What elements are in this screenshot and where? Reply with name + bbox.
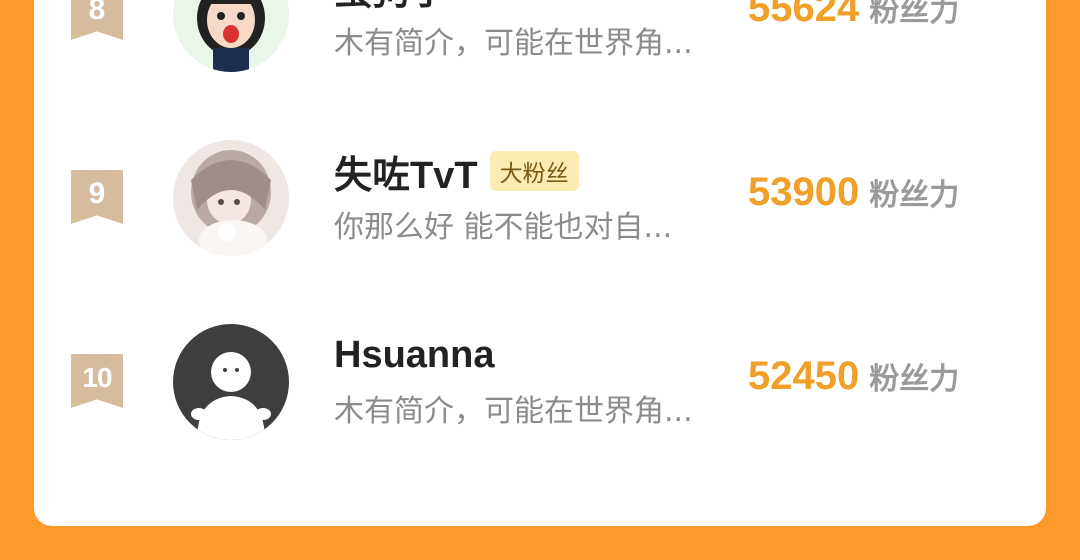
fan-badge: 大粉丝 bbox=[489, 151, 579, 191]
score-value: 55624 bbox=[748, 0, 860, 30]
leaderboard-card: 8 蛋狗子 木有简介，可能在世界角... 55624 粉丝力 9 bbox=[34, 0, 1046, 526]
score-value: 52450 bbox=[748, 354, 860, 398]
cartoon-girl-avatar-icon[interactable] bbox=[173, 0, 289, 72]
user-name[interactable]: 蛋狗子 bbox=[334, 0, 448, 15]
fan-score: 55624 粉丝力 bbox=[748, 0, 959, 31]
rank-ribbon: 9 bbox=[71, 170, 123, 224]
user-name[interactable]: Hsuanna bbox=[334, 334, 494, 377]
user-bio: 木有简介，可能在世界角... bbox=[334, 394, 693, 429]
leaderboard-row[interactable]: 8 蛋狗子 木有简介，可能在世界角... 55624 粉丝力 bbox=[34, 0, 1046, 106]
fan-score: 53900 粉丝力 bbox=[748, 170, 959, 215]
rank-ribbon: 10 bbox=[71, 354, 123, 408]
leaderboard-row[interactable]: 10 Hsuanna 木有简介，可能在世界角... 52450 粉丝力 bbox=[34, 324, 1046, 474]
fan-score: 52450 粉丝力 bbox=[748, 354, 959, 399]
rank-ribbon: 8 bbox=[71, 0, 123, 40]
user-name[interactable]: 失咗TvT bbox=[334, 144, 478, 199]
score-unit: 粉丝力 bbox=[869, 178, 960, 213]
anime-girl-avatar-icon[interactable] bbox=[173, 140, 289, 256]
score-unit: 粉丝力 bbox=[869, 362, 960, 397]
default-user-avatar-icon[interactable] bbox=[173, 324, 289, 440]
score-value: 53900 bbox=[748, 170, 860, 214]
score-unit: 粉丝力 bbox=[869, 0, 960, 29]
user-bio: 你那么好 能不能也对自... bbox=[334, 210, 673, 245]
user-bio: 木有简介，可能在世界角... bbox=[334, 26, 693, 61]
leaderboard-row[interactable]: 9 失咗TvT 大粉丝 你那么好 能不能也对自... 53900 粉丝力 bbox=[34, 140, 1046, 290]
